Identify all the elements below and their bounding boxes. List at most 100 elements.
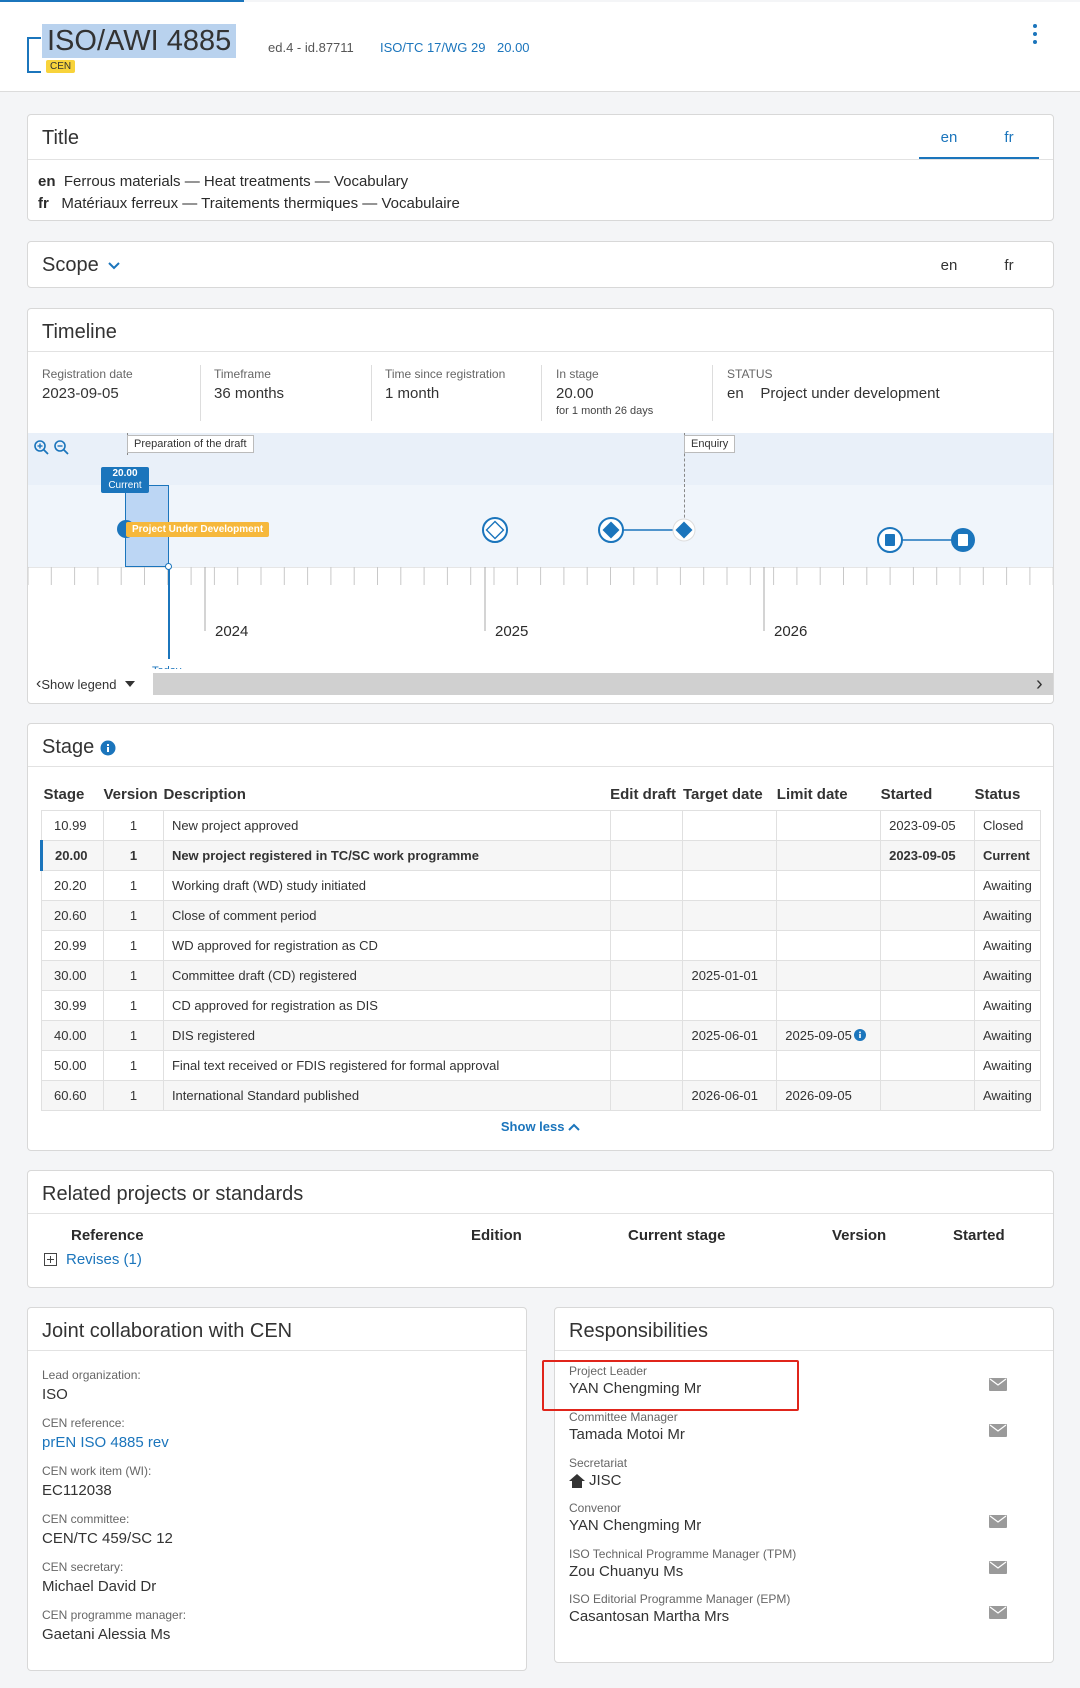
stage-code-link[interactable]: 20.00	[497, 40, 530, 55]
col-limit-date: Limit date	[776, 786, 848, 804]
divider	[28, 351, 1053, 352]
horizontal-scrollbar[interactable]	[153, 673, 1053, 695]
tab-en[interactable]: en	[919, 257, 979, 274]
cell-limit: 2025-09-05	[776, 1019, 882, 1051]
table-row: 40.00 1 DIS registered 2025-06-01 2025-09-05…	[41, 1019, 1042, 1051]
cell-desc: DIS registered	[162, 1019, 611, 1051]
cell-stage: 20.20	[41, 869, 104, 901]
status: STATUS en Project under development	[727, 367, 940, 402]
email-icon[interactable]	[989, 1515, 1007, 1528]
cell-limit	[776, 839, 882, 871]
in-stage: In stage 20.00 for 1 month 26 days	[556, 367, 653, 417]
cell-stage: 30.99	[41, 989, 104, 1021]
milestone-icon[interactable]	[672, 518, 696, 542]
joint-cen-card: Joint collaboration with CEN Lead organi…	[27, 1307, 527, 1671]
cell-edit	[609, 929, 684, 961]
cell-stage: 40.00	[41, 1019, 104, 1051]
cell-version: 1	[102, 1049, 164, 1081]
year-label-2026: 2026	[774, 623, 808, 640]
cen-secretary-value: Michael David Dr	[42, 1578, 157, 1595]
scroll-right-icon[interactable]: ›	[1036, 673, 1043, 696]
value: 1 month	[385, 385, 440, 402]
cell-status: Awaiting	[973, 869, 1042, 901]
header-bracket	[27, 37, 41, 73]
col-version: Version	[103, 786, 158, 804]
divider	[712, 365, 713, 421]
cell-desc: International Standard published	[162, 1079, 611, 1111]
time-since-registration: Time since registration 1 month	[385, 367, 505, 402]
info-icon[interactable]	[100, 740, 116, 756]
email-icon[interactable]	[989, 1606, 1007, 1619]
divider	[28, 766, 1053, 767]
table-row: 60.60 1 International Standard published 20…	[41, 1079, 1042, 1111]
milestone-icon[interactable]	[482, 517, 508, 543]
label: STATUS	[727, 367, 773, 381]
year-label-2024: 2024	[215, 623, 249, 640]
lang-code: en	[38, 173, 56, 190]
person-name-text: JISC	[589, 1472, 622, 1489]
role-label: Secretariat	[569, 1456, 628, 1470]
committee-link[interactable]: ISO/TC 17/WG 29	[380, 40, 485, 55]
scope-card: Scope en fr	[27, 241, 1054, 288]
label: Time since registration	[385, 367, 506, 381]
label: Registration date	[42, 367, 133, 381]
responsibility-item: ISO Editorial Programme Manager (EPM) Cas…	[569, 1592, 1029, 1625]
email-icon[interactable]	[989, 1378, 1007, 1391]
milestone-icon[interactable]	[877, 527, 903, 553]
today-marker	[165, 563, 172, 570]
cell-status: Closed	[973, 809, 1042, 841]
more-options-icon[interactable]	[1031, 24, 1039, 44]
milestone-icon[interactable]	[598, 517, 624, 543]
stage-heading-row: Stage	[42, 736, 116, 759]
revises-toggle[interactable]: Revises (1)	[44, 1251, 142, 1268]
cell-version: 1	[102, 959, 164, 991]
cell-edit	[609, 959, 684, 991]
email-icon[interactable]	[989, 1561, 1007, 1574]
cell-started	[880, 929, 975, 961]
cell-version: 1	[102, 869, 164, 901]
show-less-label: Show less	[500, 1119, 565, 1134]
person-name-text: Tamada Motoi Mr	[569, 1426, 685, 1443]
cell-stage: 20.00	[40, 839, 104, 871]
person-name: Tamada Motoi Mr	[569, 1426, 1029, 1443]
cell-started	[880, 1079, 975, 1111]
person-name-text: Casantosan Martha Mrs	[569, 1608, 730, 1625]
tab-fr[interactable]: fr	[979, 129, 1039, 146]
zoom-out-icon[interactable]	[54, 440, 69, 455]
responsibility-item: Secretariat JISC	[569, 1456, 1029, 1489]
show-legend-toggle[interactable]: ‹ Show legend	[36, 675, 135, 693]
cell-limit	[776, 1049, 882, 1081]
cen-committee-value: CEN/TC 459/SC 12	[42, 1530, 173, 1547]
phase-prep-label: Preparation of the draft	[127, 435, 254, 453]
joint-heading: Joint collaboration with CEN	[42, 1320, 293, 1342]
cell-status: Awaiting	[973, 1079, 1042, 1111]
email-icon[interactable]	[989, 1424, 1007, 1437]
zoom-in-icon[interactable]	[34, 440, 49, 455]
cell-started	[880, 989, 975, 1021]
info-icon[interactable]	[853, 1028, 866, 1041]
title-text-fr: Matériaux ferreux — Traitements thermiqu…	[61, 195, 460, 212]
tab-fr[interactable]: fr	[979, 257, 1039, 274]
page-title: ISO/AWI 4885	[42, 24, 237, 58]
cell-limit	[776, 809, 882, 841]
timeline-gantt: Preparation of the draft Enquiry 20.00 Cu…	[28, 433, 1053, 703]
col-reference: Reference	[71, 1227, 144, 1244]
highlight-box	[542, 1360, 799, 1411]
label: In stage	[556, 367, 599, 381]
table-row: 20.00 1 New project registered in TC/SC wo…	[40, 839, 1042, 871]
cen-reference-link[interactable]: prEN ISO 4885 rev	[42, 1433, 186, 1452]
show-less-button[interactable]: Show less	[28, 1119, 1053, 1134]
cell-stage: 10.99	[41, 809, 104, 841]
cell-version: 1	[102, 929, 164, 961]
value: 2023-09-05	[42, 385, 119, 402]
person-name-text: Zou Chuanyu Ms	[569, 1563, 684, 1580]
scope-toggle[interactable]: Scope	[42, 254, 121, 277]
joint-fields: Lead organization: ISO CEN reference: pr…	[42, 1366, 186, 1644]
tab-en[interactable]: en	[919, 129, 979, 146]
col-status: Status	[974, 786, 1021, 804]
title-rows: en Ferrous materials — Heat treatments —…	[38, 171, 460, 215]
cell-started	[880, 869, 975, 901]
publication-icon[interactable]	[951, 528, 975, 552]
cell-version: 1	[102, 989, 164, 1021]
cell-desc: New project registered in TC/SC work pro…	[162, 839, 611, 871]
